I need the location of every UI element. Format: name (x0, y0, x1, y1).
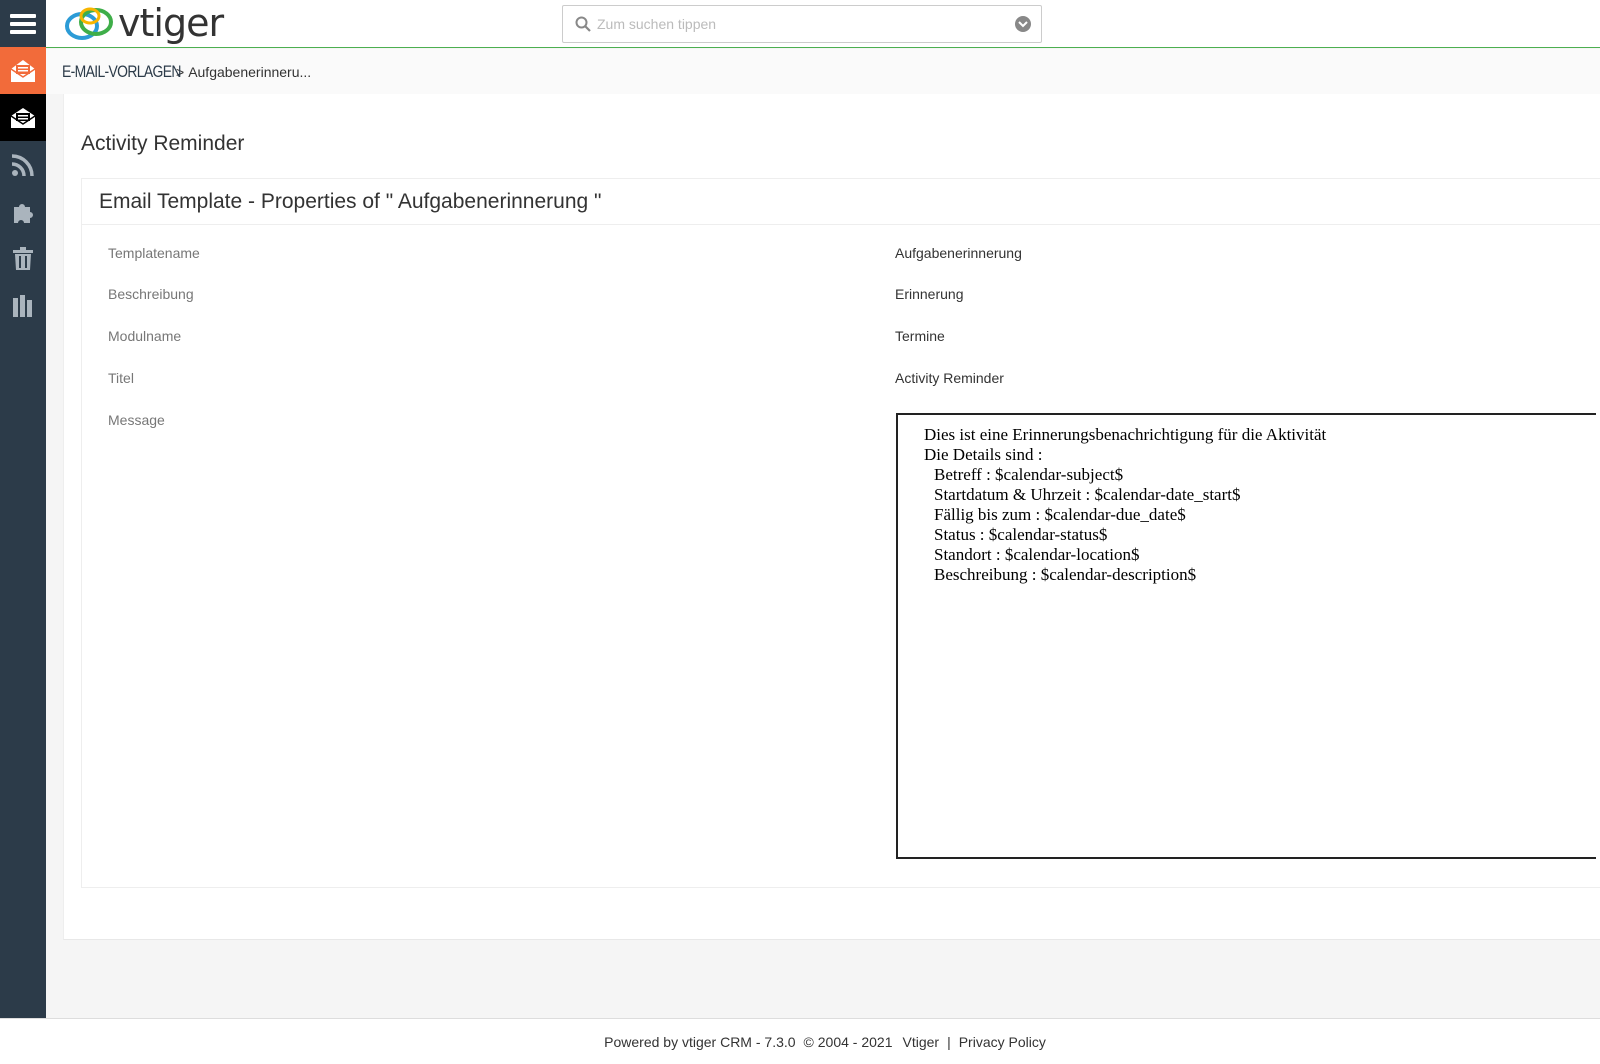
message-line: Dies ist eine Erinnerungsbenachrichtigun… (924, 425, 1327, 444)
breadcrumb: E-Mail-Vorlagen > Aufgabenerinneru... (46, 49, 1600, 94)
sidebar-item-email-open[interactable] (0, 94, 46, 141)
card-header: Email Template - Properties of " Aufgabe… (82, 179, 1600, 225)
footer-powered-by: Powered by vtiger CRM - 7.3.0 (604, 1033, 796, 1050)
sidebar-item-rss[interactable] (0, 141, 46, 188)
footer-vtiger-link[interactable]: Vtiger (902, 1034, 939, 1050)
message-preview: Dies ist eine Erinnerungsbenachrichtigun… (896, 413, 1596, 859)
rss-icon (11, 153, 34, 176)
field-row-titel: Titel Activity Reminder (82, 370, 1600, 410)
page-title: Activity Reminder (81, 132, 245, 155)
menu-button[interactable] (0, 0, 46, 47)
breadcrumb-record: Aufgabenerinneru... (188, 63, 312, 80)
email-open-icon (10, 107, 36, 128)
message-line: Standort : $calendar-location$ (934, 545, 1140, 564)
message-line: Fällig bis zum : $calendar-due_date$ (934, 505, 1186, 524)
field-row-beschreibung: Beschreibung Erinnerung (82, 286, 1600, 326)
field-value: Erinnerung (895, 286, 964, 302)
email-templates-icon (10, 59, 36, 82)
sidebar-item-library[interactable] (0, 282, 46, 329)
global-search (562, 5, 1042, 43)
search-options-button[interactable] (1015, 16, 1031, 32)
message-line: Status : $calendar-status$ (934, 525, 1108, 544)
footer-copyright: © 2004 - 2021 (803, 1033, 893, 1050)
top-bar: vtiger (46, 0, 1600, 48)
field-row-modulname: Modulname Termine (82, 328, 1600, 368)
chevron-down-icon (1018, 21, 1028, 28)
breadcrumb-module-link[interactable]: E-Mail-Vorlagen (62, 62, 181, 82)
sidebar-item-extensions[interactable] (0, 188, 46, 235)
vtiger-logo-icon (65, 7, 113, 40)
trash-icon (13, 246, 33, 270)
hamburger-menu-icon (10, 13, 36, 34)
field-value: Aufgabenerinnerung (895, 245, 1022, 261)
logo-text: vtiger (118, 1, 224, 45)
properties-card: Email Template - Properties of " Aufgabe… (81, 178, 1600, 888)
field-label: Modulname (108, 328, 182, 344)
message-line: Die Details sind : (924, 445, 1043, 464)
field-value: Termine (895, 328, 945, 344)
vtiger-logo[interactable]: vtiger (64, 1, 224, 45)
puzzle-icon (14, 203, 33, 223)
sidebar (0, 0, 46, 1040)
sidebar-item-email-templates[interactable] (0, 47, 46, 94)
search-icon (575, 16, 591, 32)
message-line: Beschreibung : $calendar-description$ (934, 565, 1197, 584)
message-line: Betreff : $calendar-subject$ (934, 465, 1124, 484)
field-value: Activity Reminder (895, 370, 1004, 386)
field-row-templatename: Templatename Aufgabenerinnerung (82, 245, 1600, 285)
field-label: Beschreibung (108, 286, 194, 302)
books-icon (13, 294, 32, 317)
footer-separator: | (947, 1033, 951, 1050)
search-input[interactable] (597, 9, 1015, 39)
field-label: Templatename (108, 245, 200, 261)
field-label: Titel (108, 370, 134, 386)
footer: Powered by vtiger CRM - 7.3.0 © 2004 - 2… (0, 1018, 1600, 1064)
field-label: Message (108, 412, 165, 428)
sidebar-item-recycle-bin[interactable] (0, 235, 46, 282)
detail-view: Activity Reminder Email Template - Prope… (63, 94, 1600, 940)
footer-privacy-link[interactable]: Privacy Policy (959, 1034, 1046, 1050)
message-line: Startdatum & Uhrzeit : $calendar-date_st… (934, 485, 1241, 504)
